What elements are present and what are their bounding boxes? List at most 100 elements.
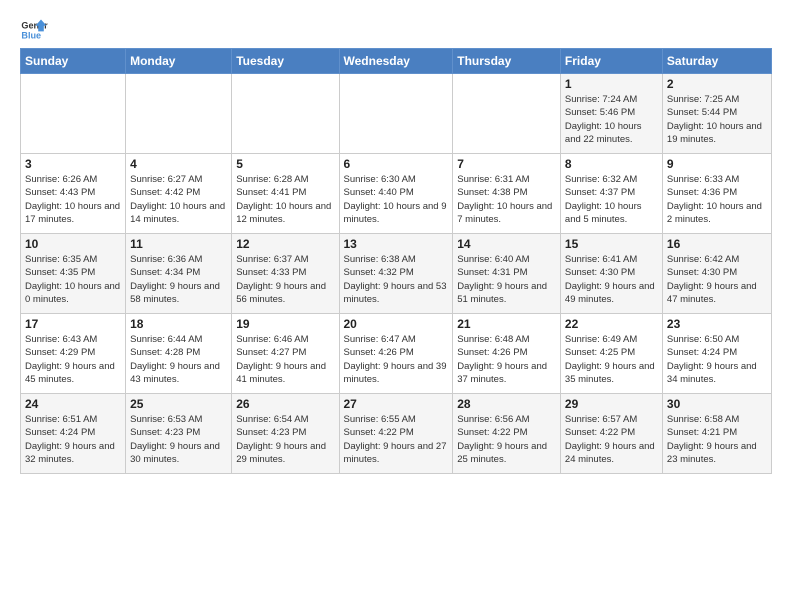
calendar-week-5: 24 Sunrise: 6:51 AM Sunset: 4:24 PM Dayli… [21, 394, 772, 474]
day-info: Sunrise: 6:55 AM Sunset: 4:22 PM Dayligh… [344, 413, 449, 466]
day-number: 8 [565, 157, 658, 171]
day-number: 7 [457, 157, 556, 171]
calendar-cell: 27 Sunrise: 6:55 AM Sunset: 4:22 PM Dayli… [339, 394, 453, 474]
day-number: 19 [236, 317, 334, 331]
day-number: 14 [457, 237, 556, 251]
day-number: 25 [130, 397, 227, 411]
calendar-cell: 25 Sunrise: 6:53 AM Sunset: 4:23 PM Dayli… [126, 394, 232, 474]
calendar-cell: 24 Sunrise: 6:51 AM Sunset: 4:24 PM Dayli… [21, 394, 126, 474]
calendar-cell: 23 Sunrise: 6:50 AM Sunset: 4:24 PM Dayli… [662, 314, 771, 394]
day-number: 29 [565, 397, 658, 411]
calendar-cell: 30 Sunrise: 6:58 AM Sunset: 4:21 PM Dayli… [662, 394, 771, 474]
day-info: Sunrise: 6:44 AM Sunset: 4:28 PM Dayligh… [130, 333, 227, 386]
calendar-cell: 14Sunrise: 6:40 AM Sunset: 4:31 PM Dayli… [453, 234, 561, 314]
day-info: Sunrise: 6:35 AM Sunset: 4:35 PM Dayligh… [25, 253, 121, 306]
day-info: Sunrise: 6:57 AM Sunset: 4:22 PM Dayligh… [565, 413, 658, 466]
calendar-cell: 28Sunrise: 6:56 AM Sunset: 4:22 PM Dayli… [453, 394, 561, 474]
day-number: 24 [25, 397, 121, 411]
day-number: 3 [25, 157, 121, 171]
calendar-week-2: 3 Sunrise: 6:26 AM Sunset: 4:43 PM Daylig… [21, 154, 772, 234]
day-info: Sunrise: 6:46 AM Sunset: 4:27 PM Dayligh… [236, 333, 334, 386]
day-number: 6 [344, 157, 449, 171]
calendar-cell: 10Sunrise: 6:35 AM Sunset: 4:35 PM Dayli… [21, 234, 126, 314]
calendar-cell [232, 74, 339, 154]
header-cell-saturday: Saturday [662, 49, 771, 74]
calendar-cell: 18 Sunrise: 6:44 AM Sunset: 4:28 PM Dayli… [126, 314, 232, 394]
day-info: Sunrise: 6:49 AM Sunset: 4:25 PM Dayligh… [565, 333, 658, 386]
day-number: 13 [344, 237, 449, 251]
calendar-cell: 9Sunrise: 6:33 AM Sunset: 4:36 PM Daylig… [662, 154, 771, 234]
day-info: Sunrise: 6:32 AM Sunset: 4:37 PM Dayligh… [565, 173, 658, 226]
day-number: 15 [565, 237, 658, 251]
day-number: 21 [457, 317, 556, 331]
day-info: Sunrise: 6:43 AM Sunset: 4:29 PM Dayligh… [25, 333, 121, 386]
header-cell-monday: Monday [126, 49, 232, 74]
day-info: Sunrise: 6:42 AM Sunset: 4:30 PM Dayligh… [667, 253, 767, 306]
day-number: 23 [667, 317, 767, 331]
day-info: Sunrise: 6:51 AM Sunset: 4:24 PM Dayligh… [25, 413, 121, 466]
calendar-week-4: 17 Sunrise: 6:43 AM Sunset: 4:29 PM Dayli… [21, 314, 772, 394]
day-info: Sunrise: 6:28 AM Sunset: 4:41 PM Dayligh… [236, 173, 334, 226]
day-info: Sunrise: 6:30 AM Sunset: 4:40 PM Dayligh… [344, 173, 449, 226]
day-info: Sunrise: 6:41 AM Sunset: 4:30 PM Dayligh… [565, 253, 658, 306]
header: General Blue [20, 16, 772, 44]
day-number: 20 [344, 317, 449, 331]
day-info: Sunrise: 6:48 AM Sunset: 4:26 PM Dayligh… [457, 333, 556, 386]
day-info: Sunrise: 7:24 AM Sunset: 5:46 PM Dayligh… [565, 93, 658, 146]
day-info: Sunrise: 6:54 AM Sunset: 4:23 PM Dayligh… [236, 413, 334, 466]
day-number: 26 [236, 397, 334, 411]
calendar-table: SundayMondayTuesdayWednesdayThursdayFrid… [20, 48, 772, 474]
header-cell-sunday: Sunday [21, 49, 126, 74]
day-number: 16 [667, 237, 767, 251]
day-info: Sunrise: 6:27 AM Sunset: 4:42 PM Dayligh… [130, 173, 227, 226]
svg-text:Blue: Blue [21, 30, 41, 40]
header-cell-thursday: Thursday [453, 49, 561, 74]
day-number: 5 [236, 157, 334, 171]
day-info: Sunrise: 6:50 AM Sunset: 4:24 PM Dayligh… [667, 333, 767, 386]
calendar-cell: 6 Sunrise: 6:30 AM Sunset: 4:40 PM Daylig… [339, 154, 453, 234]
day-number: 22 [565, 317, 658, 331]
logo-icon: General Blue [20, 16, 48, 44]
calendar-cell: 4 Sunrise: 6:27 AM Sunset: 4:42 PM Daylig… [126, 154, 232, 234]
calendar-cell: 21 Sunrise: 6:48 AM Sunset: 4:26 PM Dayli… [453, 314, 561, 394]
day-number: 1 [565, 77, 658, 91]
day-number: 4 [130, 157, 227, 171]
day-info: Sunrise: 6:53 AM Sunset: 4:23 PM Dayligh… [130, 413, 227, 466]
calendar-cell: 22 Sunrise: 6:49 AM Sunset: 4:25 PM Dayli… [560, 314, 662, 394]
calendar-cell [126, 74, 232, 154]
calendar-cell [453, 74, 561, 154]
header-cell-wednesday: Wednesday [339, 49, 453, 74]
calendar-cell: 15 Sunrise: 6:41 AM Sunset: 4:30 PM Dayli… [560, 234, 662, 314]
calendar-cell: 12 Sunrise: 6:37 AM Sunset: 4:33 PM Dayli… [232, 234, 339, 314]
header-cell-friday: Friday [560, 49, 662, 74]
day-number: 17 [25, 317, 121, 331]
day-info: Sunrise: 7:25 AM Sunset: 5:44 PM Dayligh… [667, 93, 767, 146]
calendar-cell: 16 Sunrise: 6:42 AM Sunset: 4:30 PM Dayli… [662, 234, 771, 314]
calendar-cell: 29 Sunrise: 6:57 AM Sunset: 4:22 PM Dayli… [560, 394, 662, 474]
calendar-cell [21, 74, 126, 154]
calendar-body: 1 Sunrise: 7:24 AM Sunset: 5:46 PM Daylig… [21, 74, 772, 474]
logo: General Blue [20, 16, 48, 44]
day-info: Sunrise: 6:47 AM Sunset: 4:26 PM Dayligh… [344, 333, 449, 386]
calendar-week-1: 1 Sunrise: 7:24 AM Sunset: 5:46 PM Daylig… [21, 74, 772, 154]
calendar-cell [339, 74, 453, 154]
day-number: 28 [457, 397, 556, 411]
calendar-cell: 2 Sunrise: 7:25 AM Sunset: 5:44 PM Daylig… [662, 74, 771, 154]
day-info: Sunrise: 6:26 AM Sunset: 4:43 PM Dayligh… [25, 173, 121, 226]
day-number: 30 [667, 397, 767, 411]
calendar-cell: 5 Sunrise: 6:28 AM Sunset: 4:41 PM Daylig… [232, 154, 339, 234]
day-number: 18 [130, 317, 227, 331]
main-container: General Blue SundayMondayTuesdayWednesda… [0, 0, 792, 484]
day-number: 9 [667, 157, 767, 171]
header-cell-tuesday: Tuesday [232, 49, 339, 74]
calendar-cell: 17 Sunrise: 6:43 AM Sunset: 4:29 PM Dayli… [21, 314, 126, 394]
calendar-header-row: SundayMondayTuesdayWednesdayThursdayFrid… [21, 49, 772, 74]
day-info: Sunrise: 6:58 AM Sunset: 4:21 PM Dayligh… [667, 413, 767, 466]
day-number: 2 [667, 77, 767, 91]
day-number: 12 [236, 237, 334, 251]
calendar-cell: 20 Sunrise: 6:47 AM Sunset: 4:26 PM Dayli… [339, 314, 453, 394]
day-number: 27 [344, 397, 449, 411]
calendar-cell: 11Sunrise: 6:36 AM Sunset: 4:34 PM Dayli… [126, 234, 232, 314]
day-info: Sunrise: 6:37 AM Sunset: 4:33 PM Dayligh… [236, 253, 334, 306]
calendar-cell: 7Sunrise: 6:31 AM Sunset: 4:38 PM Daylig… [453, 154, 561, 234]
